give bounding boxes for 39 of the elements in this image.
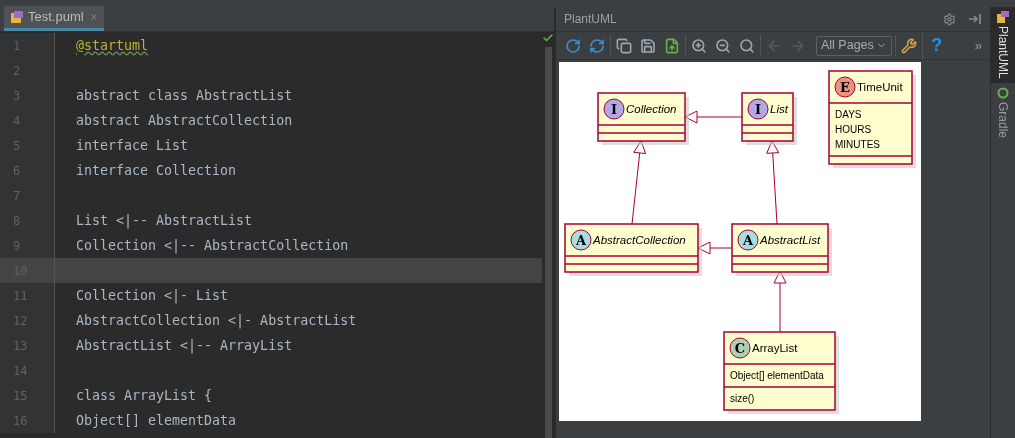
sidebar-tab[interactable]: Gradle (991, 82, 1015, 142)
help-button[interactable]: ? (925, 32, 948, 59)
panel-title: PlantUML (564, 11, 618, 28)
code-line: List <|-- AbstractList (76, 211, 253, 231)
pages-dropdown[interactable]: All Pages (816, 35, 892, 56)
pages-label: All Pages (821, 37, 874, 55)
sidebar-label: Gradle (995, 101, 1011, 138)
class-node: A AbstractCollection (564, 223, 702, 276)
code-line: Collection <|-- AbstractCollection (76, 236, 349, 256)
class-node: A AbstractList (731, 223, 832, 276)
check-icon (542, 32, 554, 44)
class-node: I Collection (597, 92, 689, 145)
gradle-icon (997, 86, 1009, 99)
inheritance-arrow (773, 270, 787, 333)
code-line: @startuml (76, 36, 149, 55)
inheritance-arrow (697, 241, 733, 255)
code-line: class ArrayList { (76, 386, 213, 405)
code-line: AbstractCollection <|- AbstractList (76, 311, 357, 331)
code-line: abstract AbstractCollection (76, 111, 293, 130)
code-line: interface List (76, 136, 189, 155)
tab-label: Test.puml (28, 8, 84, 27)
file-tab[interactable]: Test.puml × (4, 6, 104, 31)
sidebar-tab[interactable]: PlantUML (991, 7, 1015, 83)
class-node: C ArrayList Object[] elementData size() (723, 331, 839, 414)
scrollbar[interactable] (544, 47, 552, 438)
hide-panel-icon[interactable] (968, 13, 982, 25)
class-node: I List (741, 92, 797, 145)
code-line: abstract class AbstractList (76, 86, 293, 105)
code-line: interface Collection (76, 161, 237, 180)
sidebar-label: PlantUML (995, 26, 1011, 79)
code-line: Collection <|- List (76, 286, 229, 306)
code-line: Object[] elementData (76, 411, 237, 430)
settings-icon[interactable] (943, 12, 956, 26)
code-line: AbstractList <|-- ArrayList (76, 336, 293, 356)
class-node: E TimeUnit DAYS HOURS MINUTES (828, 70, 916, 168)
more-button[interactable]: » (974, 35, 982, 56)
plugin-icon (997, 11, 1009, 23)
file-icon (10, 10, 24, 24)
inheritance-arrow (684, 110, 743, 124)
